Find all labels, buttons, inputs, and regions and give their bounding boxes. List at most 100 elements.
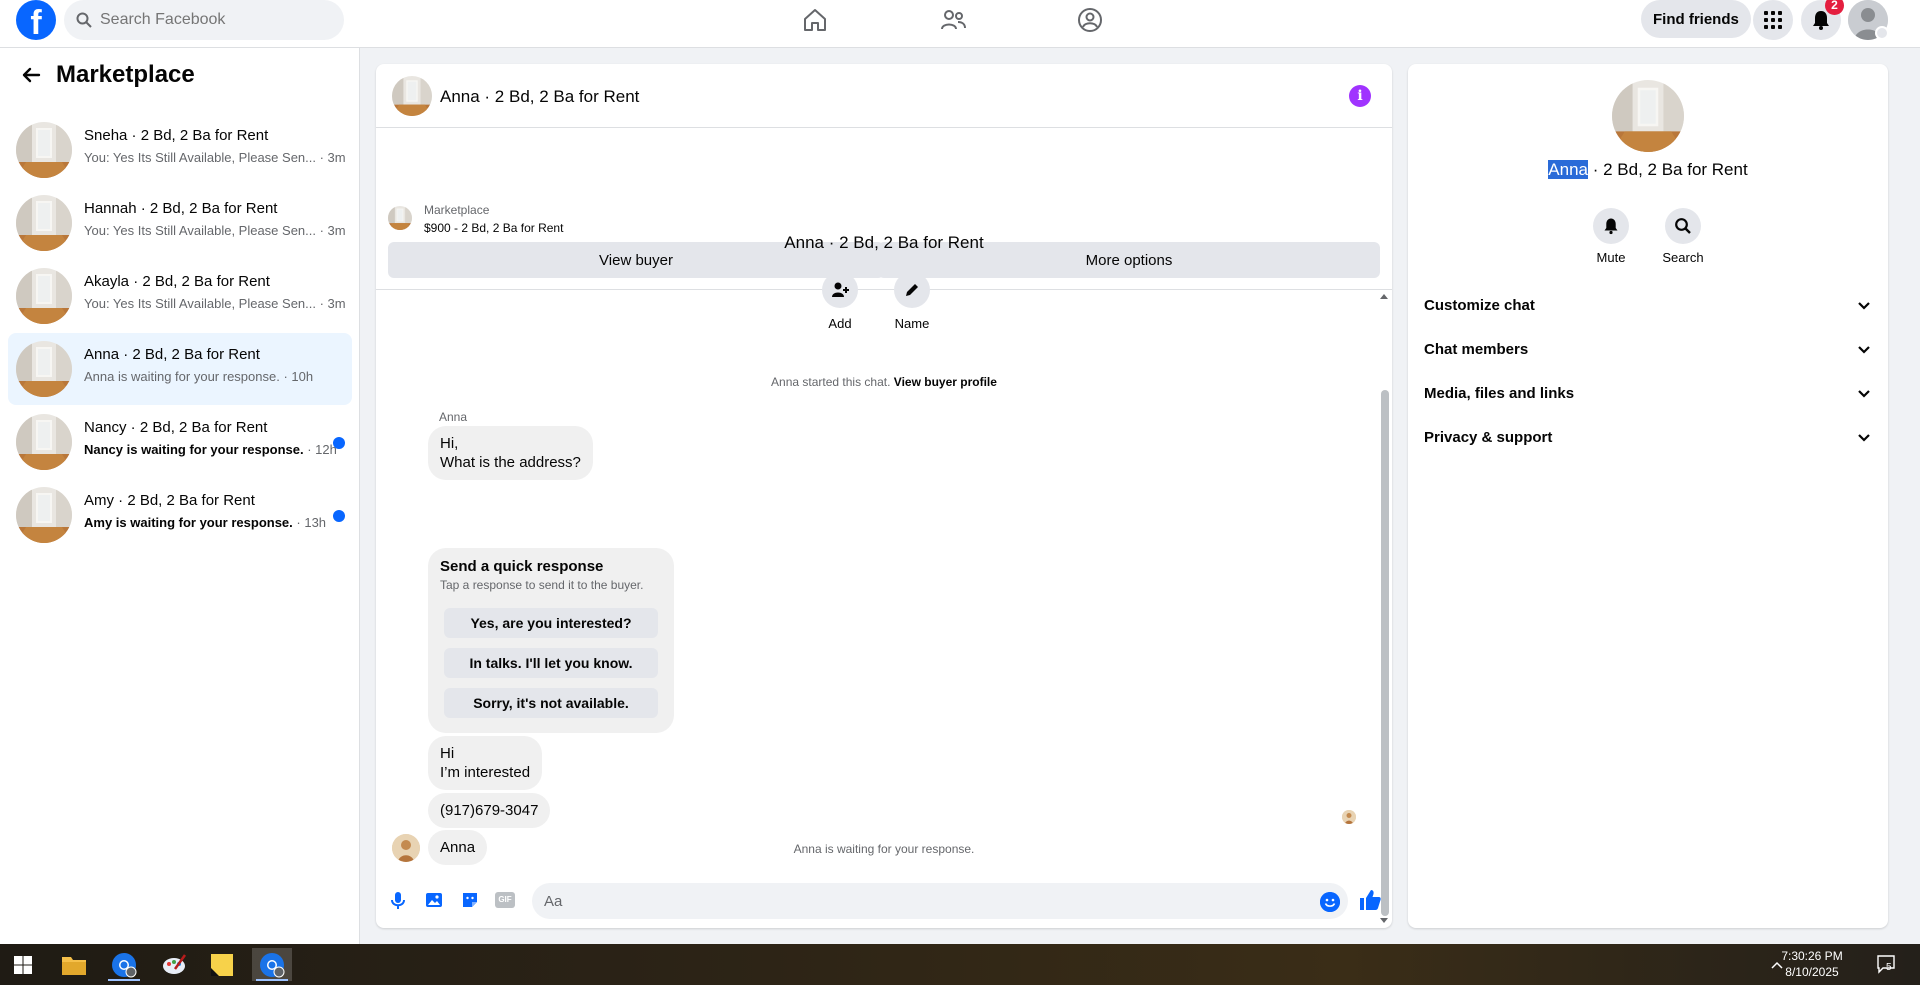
- room-photo: [16, 414, 72, 470]
- emoji-icon[interactable]: [1320, 892, 1340, 912]
- scroll-up-arrow-icon[interactable]: [1380, 294, 1388, 299]
- preview-text: You: Yes Its Still Available, Please Sen…: [84, 223, 316, 238]
- conversation-item[interactable]: Anna · 2 Bd, 2 Ba for Rent Anna is waitin…: [8, 333, 352, 405]
- listing-avatar[interactable]: [1612, 80, 1684, 152]
- message-bubble[interactable]: Hi, What is the address?: [428, 426, 593, 480]
- listing-source: Marketplace: [424, 203, 490, 217]
- quick-response-option[interactable]: Sorry, it's not available.: [444, 688, 658, 718]
- windows-start-icon[interactable]: [3, 948, 43, 981]
- chevron-down-icon: [1858, 346, 1870, 354]
- conversation-item[interactable]: Amy · 2 Bd, 2 Ba for Rent Amy is waiting …: [8, 479, 352, 551]
- media-files-links-section[interactable]: Media, files and links: [1424, 375, 1872, 411]
- notification-count: 5: [1886, 962, 1892, 973]
- conversation-item[interactable]: Sneha · 2 Bd, 2 Ba for Rent You: Yes Its …: [8, 114, 352, 186]
- room-photo: [388, 206, 412, 230]
- message-bubble[interactable]: Hi I’m interested: [428, 736, 543, 790]
- room-photo: [16, 487, 72, 543]
- waiting-notice: Anna is waiting for your response.: [793, 842, 975, 856]
- scroll-thumb[interactable]: [1381, 390, 1389, 916]
- file-explorer-icon[interactable]: [54, 948, 94, 981]
- search-box[interactable]: [64, 0, 344, 40]
- listing-thumbnail[interactable]: [392, 76, 432, 116]
- quick-response-option[interactable]: In talks. I'll let you know.: [444, 648, 658, 678]
- search-label: Search: [1662, 250, 1704, 265]
- conversation-item[interactable]: Nancy · 2 Bd, 2 Ba for Rent Nancy is wait…: [8, 406, 352, 478]
- conversation-title: Nancy · 2 Bd, 2 Ba for Rent: [84, 419, 268, 436]
- conversation-time: · 3m: [316, 223, 346, 238]
- room-photo: [16, 122, 72, 178]
- search-icon: [76, 12, 92, 28]
- chevron-down-icon: [1858, 390, 1870, 398]
- chat-header-title[interactable]: Anna · 2 Bd, 2 Ba for Rent: [440, 87, 639, 107]
- message-line: I’m interested: [440, 764, 531, 781]
- sticky-notes-icon[interactable]: [202, 948, 242, 981]
- name-label: Name: [894, 316, 930, 331]
- info-icon[interactable]: i: [1349, 85, 1371, 107]
- started-text: Anna started this chat.: [771, 375, 891, 389]
- photo-icon[interactable]: [424, 890, 444, 910]
- conversation-title: Sneha · 2 Bd, 2 Ba for Rent: [84, 127, 269, 144]
- paint-app-icon[interactable]: [154, 948, 194, 981]
- marketplace-inbox-sidebar: Marketplace Sneha · 2 Bd, 2 Ba for Rent Y…: [0, 48, 360, 944]
- message-line: What is the address?: [440, 454, 581, 471]
- sidebar-title: Marketplace: [56, 61, 195, 88]
- add-people-button[interactable]: Add: [810, 272, 870, 331]
- listing-thumbnail: [16, 341, 72, 397]
- chat-scrollbar[interactable]: [1378, 290, 1390, 926]
- friends-icon[interactable]: [933, 4, 973, 36]
- chrome-profile-icon[interactable]: [104, 948, 144, 981]
- chat-header: Anna · 2 Bd, 2 Ba for Rent i: [376, 64, 1392, 128]
- microphone-icon[interactable]: [388, 890, 408, 910]
- find-friends-button[interactable]: Find friends: [1641, 0, 1751, 38]
- chevron-down-icon: [1858, 434, 1870, 442]
- listing-thumbnail: [16, 487, 72, 543]
- conversation-title: Anna · 2 Bd, 2 Ba for Rent: [84, 346, 260, 363]
- chrome-active-window-icon[interactable]: [252, 948, 292, 981]
- chat-members-section[interactable]: Chat members: [1424, 331, 1872, 367]
- message-line: (917)679-3047: [440, 802, 539, 819]
- mute-label: Mute: [1596, 250, 1626, 265]
- read-receipt-avatar: [1342, 810, 1356, 824]
- message-bubble[interactable]: (917)679-3047: [428, 793, 551, 828]
- conversation-preview: Amy is waiting for your response. · 13h: [84, 515, 326, 530]
- conversation-title: Akayla · 2 Bd, 2 Ba for Rent: [84, 273, 270, 290]
- listing-small-thumbnail[interactable]: [388, 206, 412, 230]
- chevron-down-icon[interactable]: [1875, 26, 1889, 40]
- edit-name-button[interactable]: Name: [882, 272, 942, 331]
- conversation-title: Amy · 2 Bd, 2 Ba for Rent: [84, 492, 255, 509]
- search-input[interactable]: [100, 11, 320, 29]
- pencil-icon: [906, 284, 918, 296]
- thumbs-up-icon[interactable]: [1358, 888, 1382, 912]
- view-buyer-profile-link[interactable]: View buyer profile: [894, 375, 997, 389]
- gif-icon[interactable]: GIF: [495, 892, 515, 908]
- menu-grid-button[interactable]: [1753, 0, 1793, 40]
- groups-icon[interactable]: [1070, 4, 1110, 36]
- chat-panel: Anna · 2 Bd, 2 Ba for Rent i Marketplace…: [376, 64, 1392, 928]
- notification-center-icon[interactable]: 5: [1876, 954, 1898, 974]
- message-input[interactable]: [532, 883, 1348, 919]
- listing-thumbnail: [16, 268, 72, 324]
- add-label: Add: [828, 316, 852, 331]
- listing-summary: Marketplace $900 - 2 Bd, 2 Ba for Rent V…: [376, 128, 1392, 290]
- system-clock[interactable]: 7:30:26 PM 8/10/2025: [1760, 948, 1864, 980]
- customize-chat-section[interactable]: Customize chat: [1424, 287, 1872, 323]
- back-arrow-icon[interactable]: [16, 60, 46, 90]
- room-photo: [392, 76, 432, 116]
- sidebar-header: Marketplace: [16, 60, 195, 90]
- conversation-time: · 10h: [279, 369, 314, 384]
- sticker-icon[interactable]: [460, 890, 480, 910]
- mute-button[interactable]: Mute: [1581, 208, 1641, 265]
- room-photo: [16, 268, 72, 324]
- quick-response-option[interactable]: Yes, are you interested?: [444, 608, 658, 638]
- conversation-item[interactable]: Hannah · 2 Bd, 2 Ba for Rent You: Yes Its…: [8, 187, 352, 259]
- search-in-chat-button[interactable]: Search: [1653, 208, 1713, 265]
- selected-name-text[interactable]: Anna: [1548, 160, 1588, 179]
- conversation-item[interactable]: Akayla · 2 Bd, 2 Ba for Rent You: Yes Its…: [8, 260, 352, 332]
- privacy-support-section[interactable]: Privacy & support: [1424, 419, 1872, 455]
- chevron-down-icon: [1858, 302, 1870, 310]
- conversation-title: Hannah · 2 Bd, 2 Ba for Rent: [84, 200, 278, 217]
- home-icon[interactable]: [795, 4, 835, 36]
- conversation-time: · 13h: [292, 515, 327, 530]
- facebook-logo[interactable]: f: [16, 0, 56, 40]
- preview-text: Nancy is waiting for your response.: [84, 442, 304, 457]
